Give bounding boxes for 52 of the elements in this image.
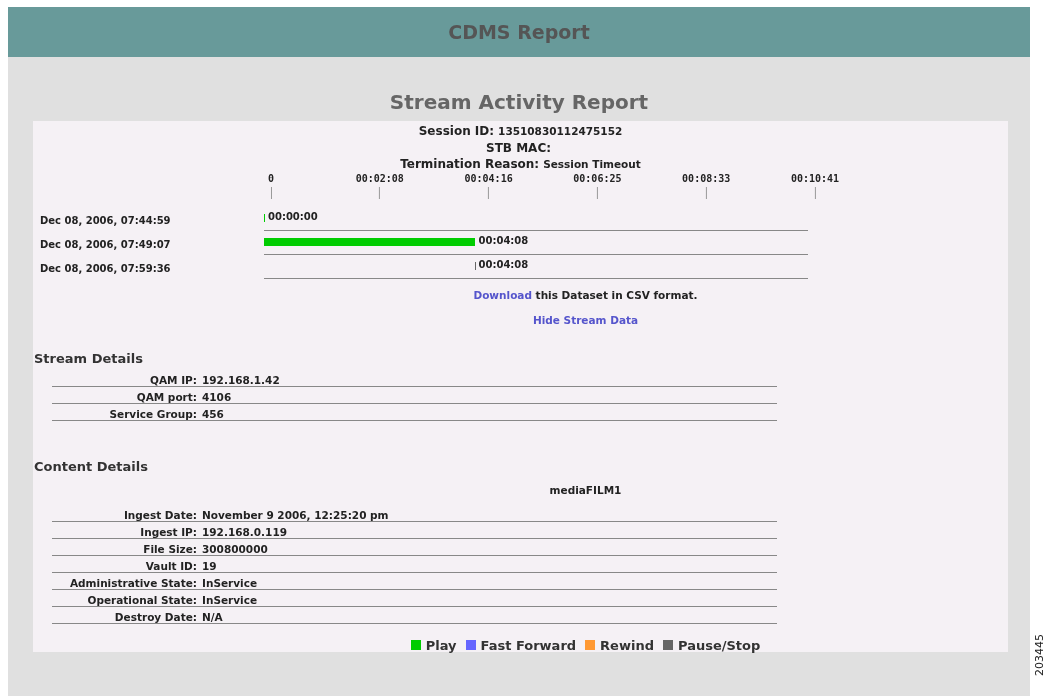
- detail-value: InService: [202, 593, 258, 606]
- axis-tick-label: 00:08:33: [682, 172, 731, 184]
- detail-label: Ingest Date:: [122, 508, 198, 521]
- session-label: STB MAC:: [486, 140, 551, 155]
- detail-label: Ingest IP:: [139, 525, 198, 538]
- session-label: Session ID:: [418, 124, 495, 138]
- detail-label: Administrative State:: [68, 576, 198, 589]
- page-title: CDMS Report: [448, 21, 590, 43]
- detail-label: QAM IP:: [149, 373, 198, 386]
- detail-value: 192.168.0.119: [202, 525, 288, 538]
- detail-value: N/A: [202, 610, 223, 623]
- legend-label: Rewind: [600, 637, 654, 653]
- elapsed-time: 00:04:08: [478, 234, 529, 246]
- detail-label: QAM port:: [135, 390, 198, 403]
- figure-number: 203445: [1033, 633, 1047, 677]
- legend-label: Pause/Stop: [677, 637, 761, 653]
- detail-label: Vault ID:: [144, 559, 198, 572]
- content-name: mediaFILM1: [549, 483, 622, 496]
- event-marker: [264, 213, 265, 222]
- detail-value: 192.168.1.42: [202, 373, 280, 386]
- axis-tick-label: 00:10:41: [790, 172, 840, 184]
- section-title: Content Details: [33, 458, 149, 474]
- event-time: Dec 08, 2006, 07:44:59: [39, 214, 172, 228]
- detail-value: 4106: [202, 390, 232, 403]
- download-text: Download this Dataset in CSV format.: [473, 288, 698, 301]
- session-label: Termination Reason:: [400, 157, 540, 171]
- detail-value: 456: [202, 407, 224, 420]
- detail-value: 19: [202, 559, 217, 572]
- detail-value: InService: [202, 576, 258, 589]
- detail-label: Service Group:: [108, 407, 198, 420]
- axis-tick-label: 00:06:25: [573, 172, 622, 184]
- session-value: Session Timeout: [543, 158, 641, 170]
- detail-label: File Size:: [142, 542, 198, 555]
- report-title: Stream Activity Report: [388, 90, 650, 116]
- session-value: 13510830112475152: [498, 125, 623, 137]
- axis-tick-label: 00:04:16: [464, 172, 513, 184]
- elapsed-time: 00:04:08: [478, 258, 529, 270]
- axis-tick-label: 00:02:08: [355, 172, 404, 184]
- elapsed-time: 00:00:00: [268, 210, 318, 222]
- legend-label: Fast Forward: [480, 637, 577, 653]
- detail-label: Operational State:: [86, 593, 198, 606]
- section-title: Stream Details: [33, 350, 144, 366]
- detail-value: November 9 2006, 12:25:20 pm: [202, 508, 389, 521]
- event-time: Dec 08, 2006, 07:49:07: [39, 238, 172, 252]
- axis-tick-label: 0: [268, 172, 274, 184]
- download-link[interactable]: Download: [473, 288, 532, 301]
- event-marker: [474, 261, 476, 270]
- event-time: Dec 08, 2006, 07:59:36: [39, 262, 172, 276]
- detail-value: 300800000: [202, 542, 268, 555]
- detail-label: Destroy Date:: [113, 610, 198, 623]
- hide-stream-data-link[interactable]: Hide Stream Data: [532, 313, 639, 326]
- legend-label: Play: [425, 637, 457, 653]
